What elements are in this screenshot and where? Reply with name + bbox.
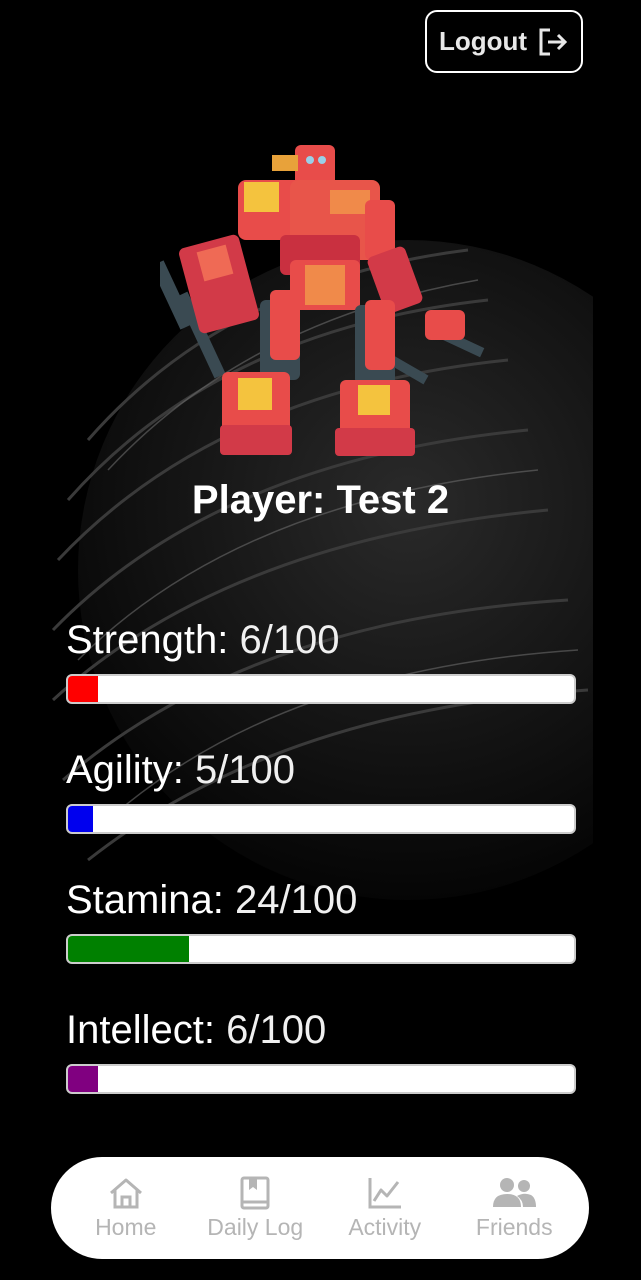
stat-label-row: Stamina: 24/100 — [66, 876, 576, 924]
agility-progress-fill — [68, 806, 94, 832]
home-icon — [108, 1176, 144, 1210]
stat-name: Stamina: — [66, 878, 224, 922]
nav-label: Daily Log — [207, 1213, 304, 1240]
nav-label: Friends — [475, 1213, 553, 1240]
stat-label-row: Agility: 5/100 — [66, 746, 576, 794]
logout-icon — [537, 27, 569, 57]
nav-label: Home — [95, 1213, 157, 1240]
nav-label: Activity — [348, 1213, 422, 1240]
stat-name: Intellect: — [66, 1008, 215, 1052]
stat-agility: Agility: 5/100 — [66, 746, 576, 834]
logout-button[interactable]: Logout — [425, 10, 583, 73]
nav-item-activity[interactable]: Activity — [322, 1176, 447, 1241]
stat-label-row: Strength: 6/100 — [66, 616, 576, 664]
stamina-progress-fill — [68, 936, 190, 962]
stat-label-row: Intellect: 6/100 — [66, 1006, 576, 1054]
stat-value: 6/100 — [226, 1008, 327, 1052]
stamina-progress-bar — [66, 934, 576, 964]
stat-stamina: Stamina: 24/100 — [66, 876, 576, 964]
stat-intellect: Intellect: 6/100 — [66, 1006, 576, 1094]
chart-line-icon — [367, 1176, 403, 1210]
stat-value: 5/100 — [194, 748, 296, 792]
stat-strength: Strength: 6/100 — [66, 616, 576, 704]
bottom-nav: Home Daily Log Activity Friends — [51, 1157, 589, 1259]
agility-progress-bar — [66, 804, 576, 834]
intellect-progress-fill — [68, 1066, 99, 1092]
nav-item-home[interactable]: Home — [63, 1176, 188, 1241]
strength-progress-bar — [66, 674, 576, 704]
intellect-progress-bar — [66, 1064, 576, 1094]
nav-item-friends[interactable]: Friends — [452, 1176, 577, 1241]
stat-value: 6/100 — [239, 618, 340, 662]
player-name: Player: Test 2 — [191, 478, 450, 522]
nav-item-daily-log[interactable]: Daily Log — [193, 1176, 318, 1241]
robot-icon — [150, 140, 490, 465]
users-icon — [490, 1176, 538, 1210]
stat-name: Strength: — [66, 618, 229, 662]
stat-name: Agility: — [66, 748, 184, 792]
stat-value: 24/100 — [234, 878, 358, 922]
strength-progress-fill — [68, 676, 99, 702]
book-icon — [240, 1176, 270, 1210]
logout-label: Logout — [438, 26, 528, 56]
